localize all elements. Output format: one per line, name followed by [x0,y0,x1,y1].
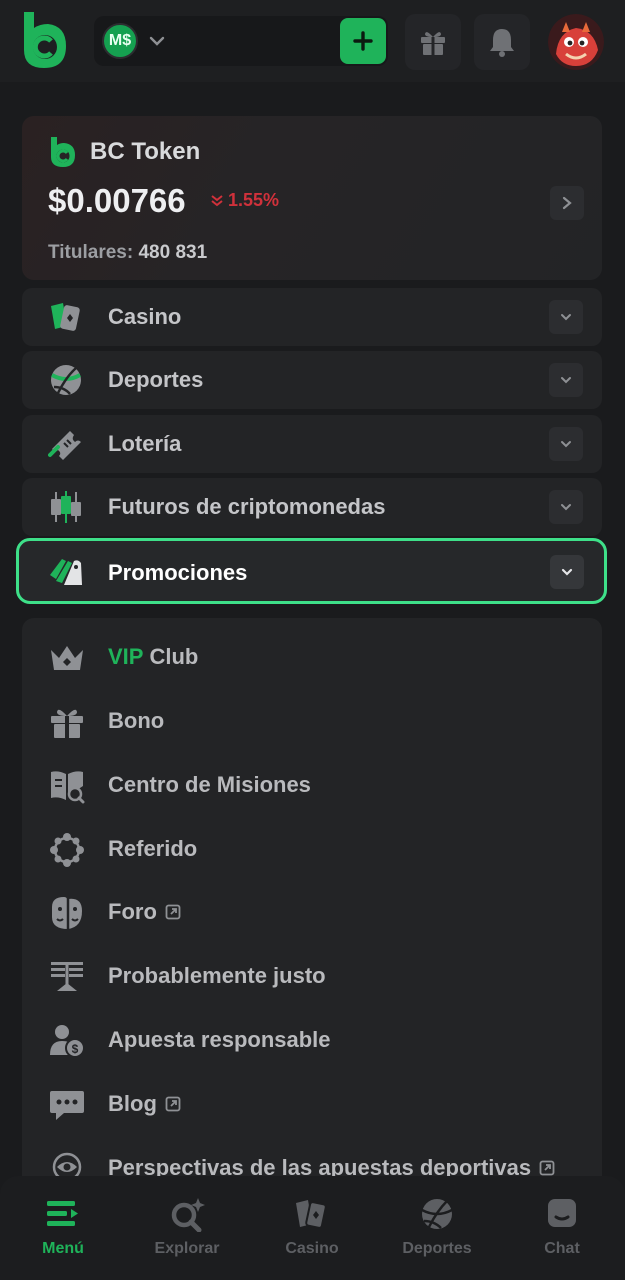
menu-link-foro[interactable]: Foro [48,891,598,935]
nav-label: Deportes [402,1240,472,1257]
chat-icon [548,1199,576,1227]
bc-token-logo-icon [51,137,75,167]
bc-token-card[interactable]: BC Token $0.00766 1.55% Titulares: 480 8… [22,116,602,280]
explore-search-icon [171,1198,205,1232]
notifications-button[interactable] [474,14,530,70]
deposit-button[interactable] [340,18,386,64]
external-link-icon [165,904,181,920]
rewards-button[interactable] [405,14,461,70]
expand-button[interactable] [549,427,583,461]
menu-link-label: Bono [108,708,165,733]
menu-link-label: Referido [108,836,198,861]
double-chevron-down-icon [211,194,223,206]
vip-club-text: Club [149,644,199,669]
menu-link-label: Probablemente justo [108,963,326,988]
nav-label: Explorar [154,1240,220,1257]
user-avatar[interactable] [548,14,604,70]
chevron-down-icon [561,377,571,384]
holders-label: Titulares: [48,242,134,263]
lottery-ticket-icon [48,431,81,460]
forum-faces-icon [52,897,82,929]
nav-label: Casino [285,1240,339,1257]
external-link-icon [539,1160,555,1176]
menu-link-bono[interactable]: Bono [48,700,598,744]
token-name: BC Token [90,138,201,165]
chevron-down-icon [561,568,573,576]
menu-link-blog[interactable]: Blog [48,1083,598,1127]
external-link-icon [165,1096,181,1112]
menu-link-centro-misiones[interactable]: Centro de Misiones [48,764,598,808]
menu-section-label: Lotería [108,431,182,456]
foro-text: Foro [108,899,157,924]
chevron-down-icon [561,441,571,448]
nav-menu[interactable]: Menú [8,1194,118,1274]
top-bar: M$ [0,0,625,82]
crown-icon [51,646,83,670]
nav-label: Menú [42,1240,84,1257]
menu-link-label: Blog [108,1091,181,1117]
menu-link-label: Foro [108,899,181,925]
casino-cards-icon [296,1200,327,1229]
bc-game-logo-icon[interactable] [18,10,72,70]
basketball-icon [421,1199,453,1229]
currency-coin-icon: M$ [102,23,138,59]
expand-button[interactable] [549,300,583,334]
menu-link-vip-club[interactable]: VIP Club [48,636,598,680]
token-holders: Titulares: 480 831 [48,242,207,264]
menu-section-casino[interactable]: Casino [22,288,602,346]
bell-icon [490,29,514,57]
menu-section-label: Casino [108,304,182,329]
chevron-down-icon [561,504,571,511]
nav-casino[interactable]: Casino [257,1194,367,1274]
basketball-icon [51,365,81,395]
nav-deportes[interactable]: Deportes [382,1194,492,1274]
menu-link-label: Apuesta responsable [108,1027,331,1052]
menu-link-apuesta-responsable[interactable]: $ Apuesta responsable [48,1019,598,1063]
nav-explorar[interactable]: Explorar [132,1194,242,1274]
promo-tags-icon [50,559,82,585]
blog-text: Blog [108,1091,157,1116]
chevron-right-icon [562,196,572,210]
expand-button[interactable] [549,490,583,524]
token-price: $0.00766 [48,182,186,219]
menu-icon [47,1201,78,1226]
token-change-value: 1.55% [228,190,280,210]
expand-button[interactable] [550,555,584,589]
token-price-change: 1.55% [210,190,279,211]
responsible-user-icon: $ [50,1025,85,1058]
menu-section-deportes[interactable]: Deportes [22,351,602,409]
candlestick-chart-icon [51,491,81,523]
bottom-nav: Menú Explorar Casino Deportes Chat [0,1176,625,1280]
mission-book-icon [51,771,85,804]
chat-bubble-icon [50,1091,84,1120]
expand-button[interactable] [549,363,583,397]
plus-icon [353,31,373,51]
menu-section-loteria[interactable]: Lotería [22,415,602,473]
casino-cards-icon [51,303,80,331]
menu-link-label: VIP Club [108,644,198,670]
nav-label: Chat [544,1240,580,1257]
svg-text:$: $ [72,1042,79,1056]
menu-section-label: Promociones [108,560,248,585]
chevron-down-icon [561,314,571,321]
menu-links-card: VIP Club Bono Centro de Misiones Referid… [22,618,602,1258]
gift-icon [51,709,83,738]
vip-accent-text: VIP [108,644,144,669]
menu-section-futuros[interactable]: Futuros de criptomonedas [22,478,602,536]
menu-link-label: Centro de Misiones [108,772,311,797]
menu-section-label: Futuros de criptomonedas [108,494,386,519]
token-details-button[interactable] [550,186,584,220]
menu-section-promociones[interactable]: Promociones [16,538,607,604]
chevron-down-icon [149,36,165,46]
nav-chat[interactable]: Chat [507,1194,617,1274]
menu-section-label: Deportes [108,367,204,392]
referral-circle-icon [50,833,84,867]
menu-link-referido[interactable]: Referido [48,828,598,872]
holders-value: 480 831 [138,242,208,263]
scale-icon [51,962,83,991]
gift-icon [421,32,445,55]
menu-link-probablemente-justo[interactable]: Probablemente justo [48,955,598,999]
